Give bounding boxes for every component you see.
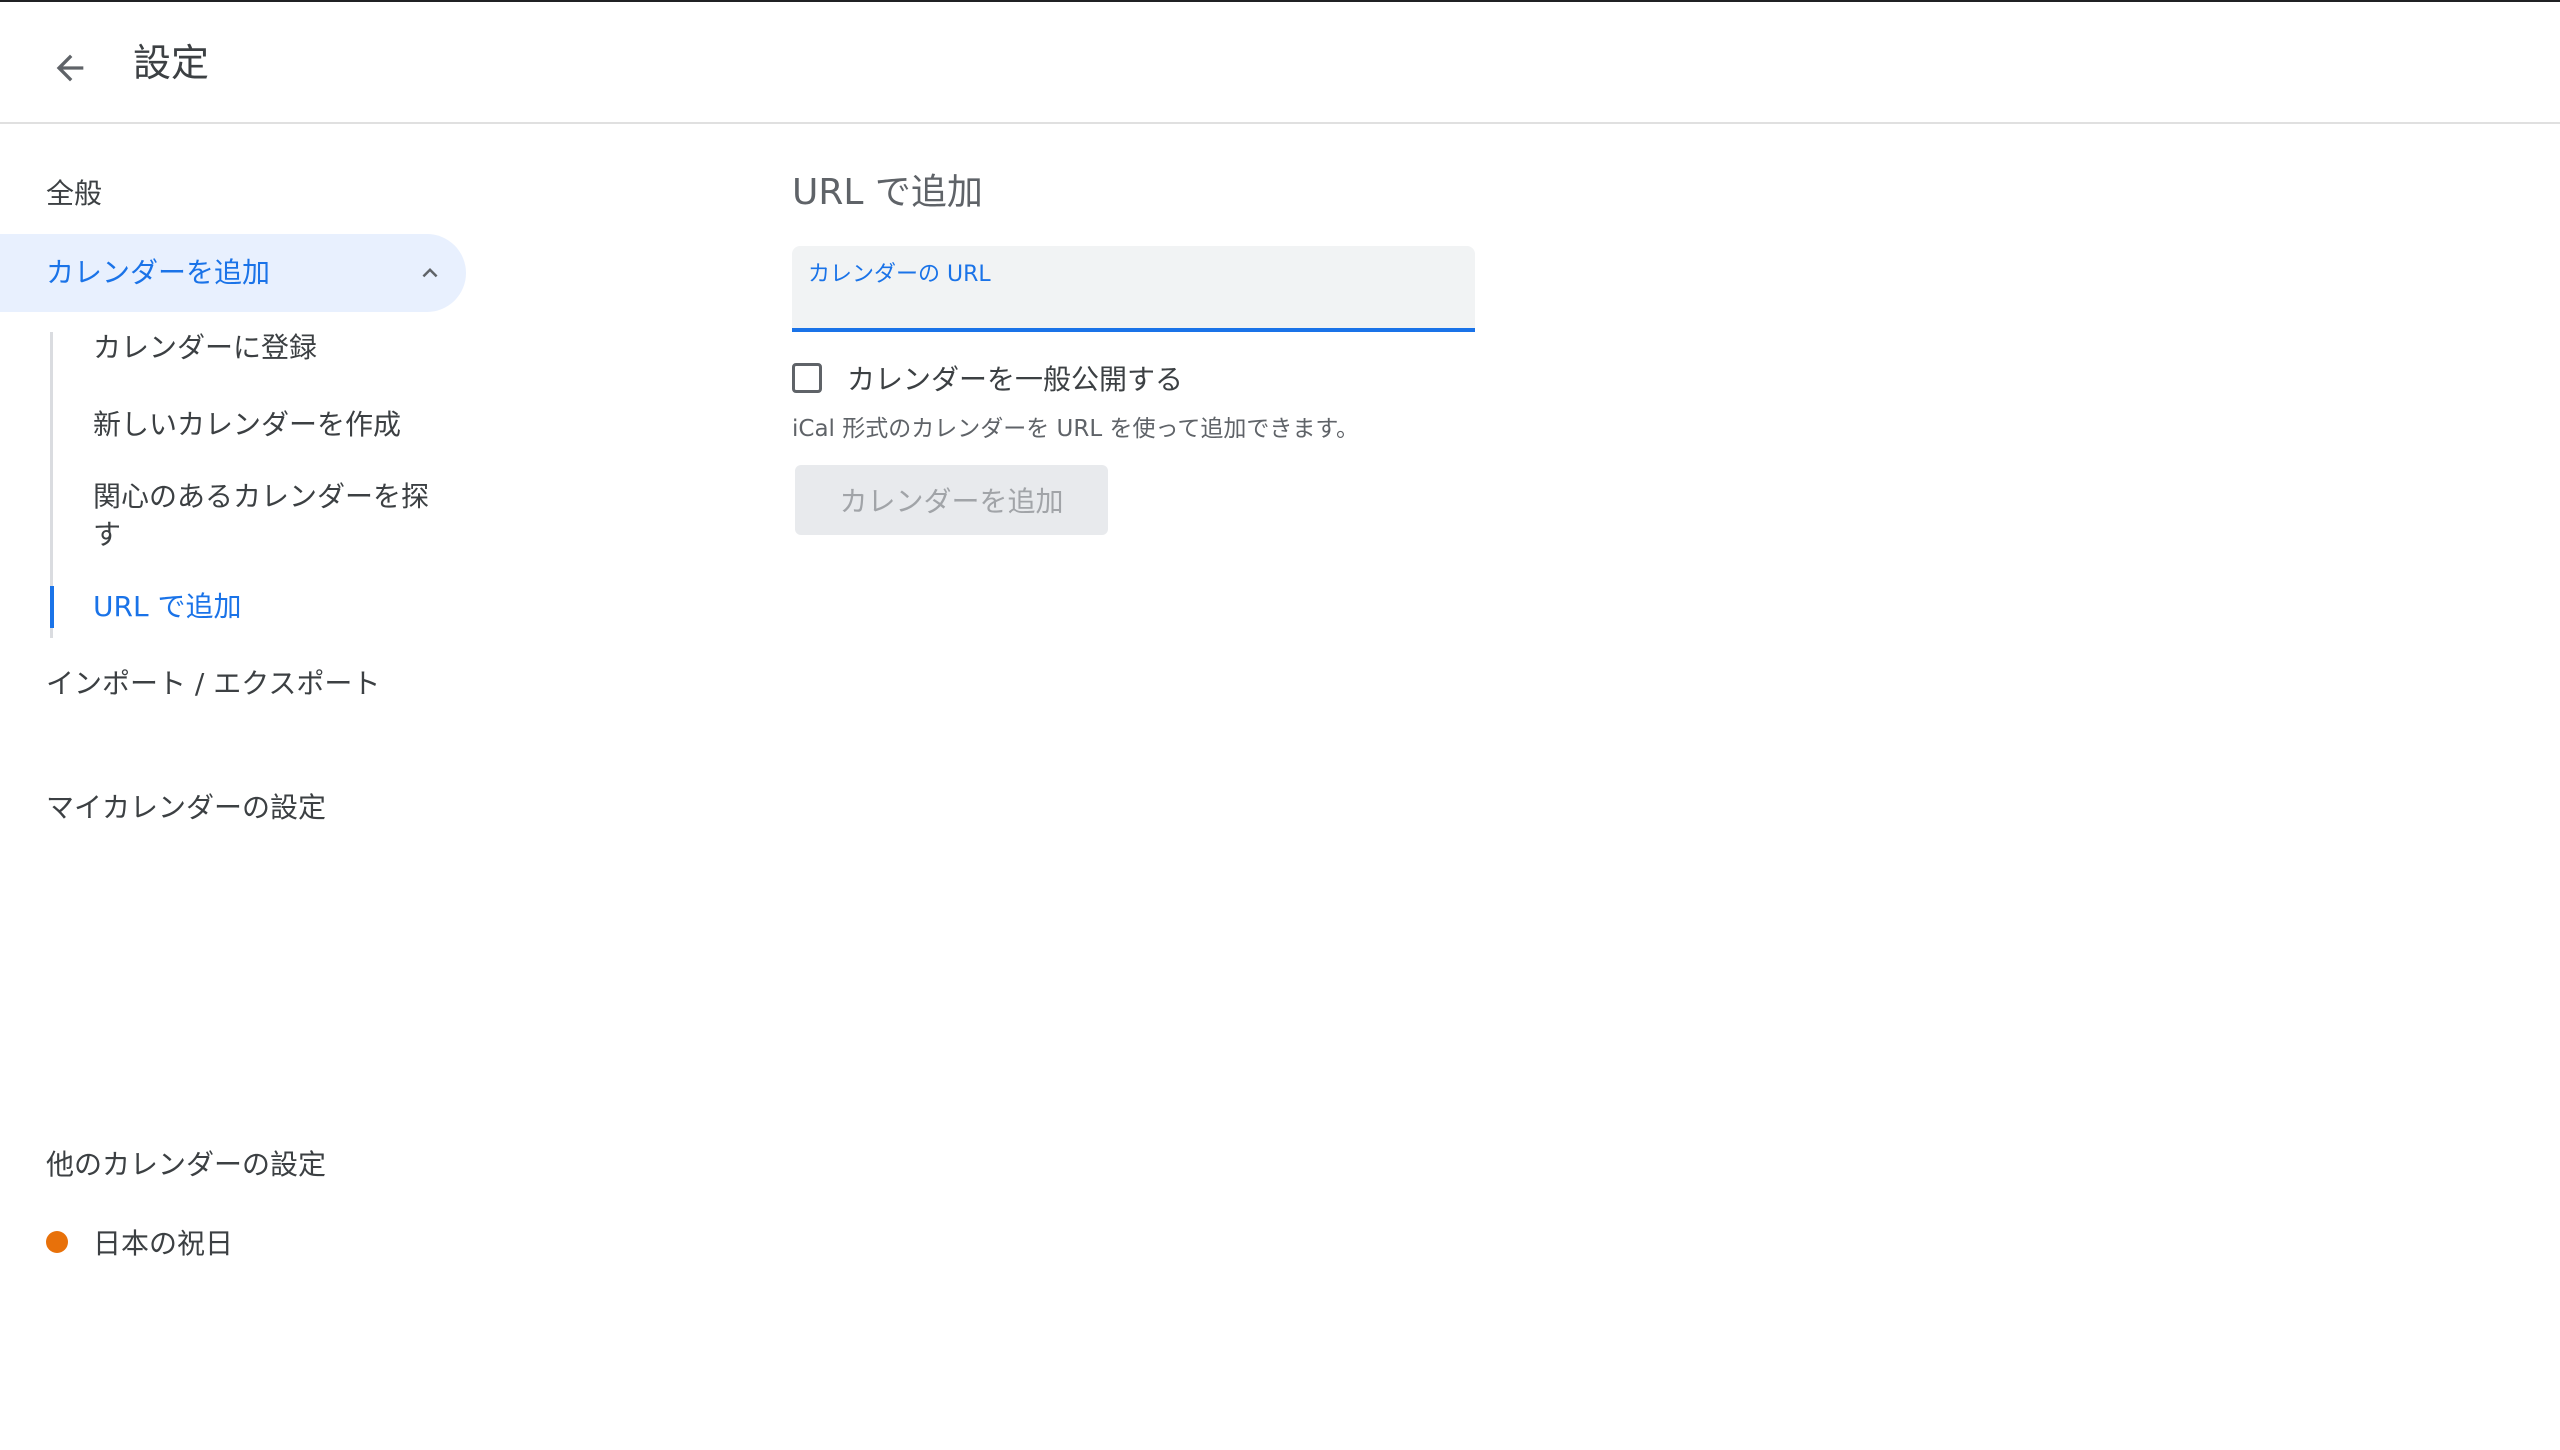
sidebar-calendar-japanese-holidays[interactable]: 日本の祝日 xyxy=(46,1222,233,1262)
sidebar-item-general[interactable]: 全般 xyxy=(46,174,102,214)
calendar-label: 日本の祝日 xyxy=(93,1227,234,1260)
sidebar-item-import-export[interactable]: インポート / エクスポート xyxy=(46,664,380,704)
add-calendar-button[interactable]: カレンダーを追加 xyxy=(795,465,1108,535)
back-button[interactable] xyxy=(38,36,102,100)
sidebar-subitem-browse-calendars[interactable]: 関心のあるカレンダーを探す xyxy=(93,478,433,554)
sidebar-subitem-create-calendar[interactable]: 新しいカレンダーを作成 xyxy=(93,406,433,444)
calendar-url-label: カレンダーの URL xyxy=(808,262,991,287)
public-calendar-option[interactable]: カレンダーを一般公開する xyxy=(792,358,1183,398)
calendar-url-input[interactable] xyxy=(808,286,1462,324)
public-calendar-label: カレンダーを一般公開する xyxy=(847,363,1184,396)
page-title: 設定 xyxy=(133,41,210,85)
sidebar-item-add-calendar[interactable]: カレンダーを追加 xyxy=(0,234,466,312)
settings-sidebar: 全般 カレンダーを追加 カレンダーに登録 新しいカレンダーを作成 関心のあるカレ… xyxy=(0,124,470,1450)
public-calendar-checkbox[interactable] xyxy=(792,363,822,393)
calendar-url-field[interactable]: カレンダーの URL xyxy=(792,246,1475,332)
other-calendars-section-title: 他のカレンダーの設定 xyxy=(46,1148,327,1181)
helper-text: iCal 形式のカレンダーを URL を使って追加できます。 xyxy=(792,416,1360,442)
section-heading: URL で追加 xyxy=(792,172,983,213)
sidebar-subitem-add-by-url[interactable]: URL で追加 xyxy=(93,588,433,626)
sidebar-subitem-subscribe[interactable]: カレンダーに登録 xyxy=(93,329,433,367)
sidebar-item-add-calendar-label: カレンダーを追加 xyxy=(46,256,271,289)
calendar-color-dot xyxy=(46,1231,68,1253)
my-calendars-section-title: マイカレンダーの設定 xyxy=(46,791,327,824)
top-app-bar: 設定 xyxy=(0,0,2560,124)
arrow-back-icon xyxy=(56,54,84,82)
submenu-active-indicator xyxy=(50,586,54,628)
chevron-up-icon xyxy=(422,268,438,278)
